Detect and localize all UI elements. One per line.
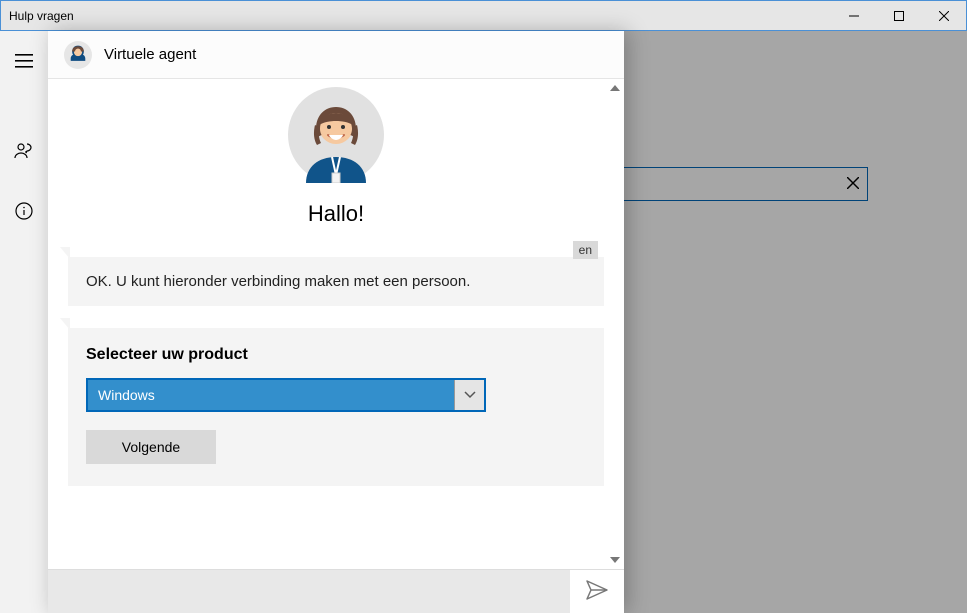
sidebar bbox=[0, 31, 48, 613]
agent-message-bubble: en OK. U kunt hieronder verbinding maken… bbox=[68, 257, 604, 306]
window-titlebar: Hulp vragen bbox=[0, 0, 967, 31]
close-button[interactable] bbox=[921, 1, 966, 30]
send-icon bbox=[586, 580, 608, 603]
maximize-button[interactable] bbox=[876, 1, 921, 30]
agent-conversation-body[interactable]: Hallo! en OK. U kunt hieronder verbindin… bbox=[48, 79, 624, 569]
select-product-block: Selecteer uw product Windows Volgende bbox=[68, 328, 604, 486]
agent-avatar-block: Hallo! bbox=[68, 87, 604, 227]
agent-header-title: Virtuele agent bbox=[104, 46, 196, 63]
minimize-button[interactable] bbox=[831, 1, 876, 30]
agent-message-text: OK. U kunt hieronder verbinding maken me… bbox=[86, 273, 470, 290]
window-controls bbox=[831, 1, 966, 30]
next-button[interactable]: Volgende bbox=[86, 430, 216, 464]
product-dropdown-value: Windows bbox=[98, 387, 155, 403]
info-icon[interactable] bbox=[0, 191, 48, 231]
person-support-icon[interactable] bbox=[0, 131, 48, 171]
scroll-up-icon[interactable] bbox=[608, 81, 622, 95]
agent-avatar-large-icon bbox=[288, 87, 384, 183]
scroll-down-icon[interactable] bbox=[608, 553, 622, 567]
chat-input-row bbox=[48, 569, 624, 613]
agent-avatar-small-icon bbox=[64, 41, 92, 69]
chevron-down-icon bbox=[454, 380, 484, 410]
window-title: Hulp vragen bbox=[9, 9, 74, 23]
next-button-label: Volgende bbox=[122, 439, 180, 455]
language-chip[interactable]: en bbox=[573, 241, 598, 259]
agent-greeting: Hallo! bbox=[308, 201, 364, 227]
chat-input[interactable] bbox=[48, 570, 570, 613]
product-dropdown[interactable]: Windows bbox=[86, 378, 486, 412]
virtual-agent-panel: Virtuele agent bbox=[48, 31, 624, 613]
hamburger-icon[interactable] bbox=[0, 41, 48, 81]
agent-header: Virtuele agent bbox=[48, 31, 624, 79]
send-button[interactable] bbox=[570, 570, 624, 613]
select-product-heading: Selecteer uw product bbox=[86, 346, 586, 364]
